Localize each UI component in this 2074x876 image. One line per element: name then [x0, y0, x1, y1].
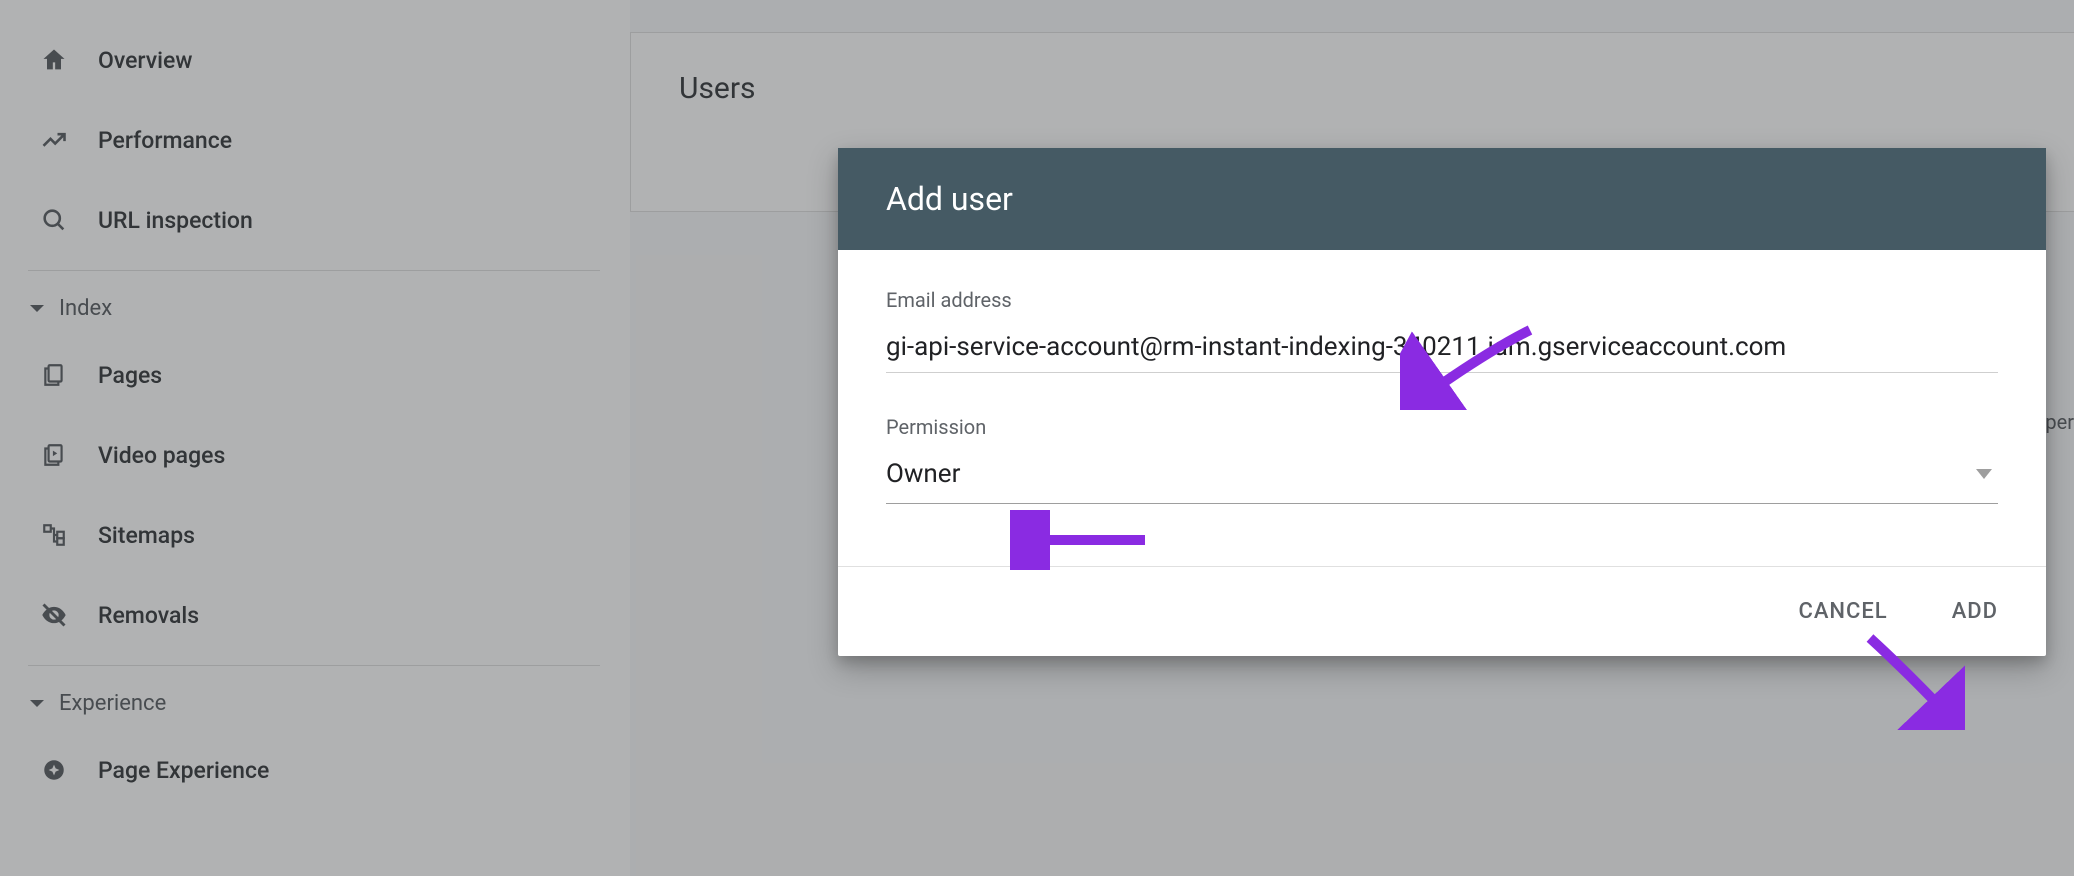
- permission-value: Owner: [886, 459, 1976, 489]
- add-user-dialog: Add user Email address Permission Owner …: [838, 148, 2046, 656]
- cancel-button[interactable]: CANCEL: [1790, 595, 1895, 628]
- add-button[interactable]: ADD: [1944, 595, 2006, 628]
- dialog-actions: CANCEL ADD: [838, 566, 2046, 656]
- email-input[interactable]: [886, 328, 1998, 373]
- permission-label: Permission: [886, 415, 1998, 439]
- email-label: Email address: [886, 288, 1998, 312]
- permission-select[interactable]: Owner: [886, 455, 1998, 504]
- dialog-header: Add user: [838, 148, 2046, 250]
- dialog-title: Add user: [886, 180, 1998, 218]
- dropdown-caret-icon: [1976, 469, 1992, 479]
- dialog-body: Email address Permission Owner: [838, 250, 2046, 566]
- email-field-group: Email address: [886, 288, 1998, 373]
- permission-field-group: Permission Owner: [886, 415, 1998, 504]
